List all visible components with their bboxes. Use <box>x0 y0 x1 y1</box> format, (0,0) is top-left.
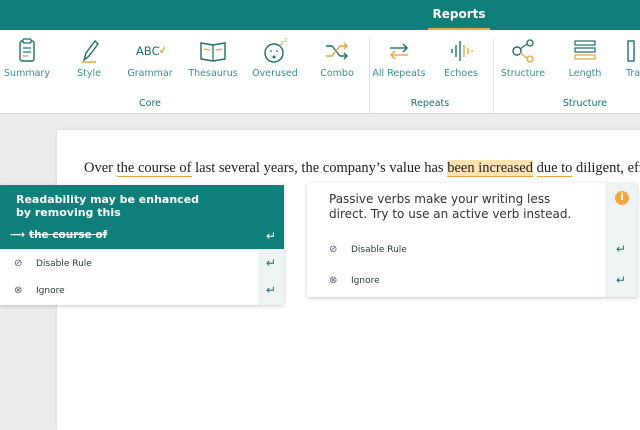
disable-rule-button[interactable]: ⊘ Disable Rule <box>14 258 92 269</box>
return-icon: ↵ <box>265 229 277 243</box>
suggestion-replacement[interactable]: ⟶ the course of <box>10 229 107 241</box>
tool-all-repeats[interactable]: All Repeats <box>364 38 434 79</box>
tool-length[interactable]: Length <box>550 38 620 79</box>
tool-label: Length <box>568 68 602 79</box>
abc-check-icon: ABC <box>136 44 165 58</box>
tool-grammar[interactable]: ABC Grammar <box>115 38 185 79</box>
action-label: Ignore <box>36 286 65 296</box>
tool-label: All Repeats <box>372 68 426 79</box>
ruler-bars-icon <box>574 40 596 60</box>
tool-echoes[interactable]: Echoes <box>426 38 496 79</box>
tool-overused[interactable]: zz Overused <box>240 38 310 79</box>
svg-text:ABC: ABC <box>136 44 160 58</box>
clipboard-icon <box>19 38 35 62</box>
action-label: Disable Rule <box>351 245 407 255</box>
top-nav-bar: Reports <box>0 0 640 30</box>
network-icon <box>512 39 534 63</box>
tool-label: Style <box>77 68 101 79</box>
sentence-text: Over <box>84 160 117 176</box>
action-label: Disable Rule <box>36 259 92 269</box>
suggestion-message: Passive verbs make your writing less dir… <box>329 192 572 221</box>
close-circle-icon: ⊗ <box>329 275 338 286</box>
group-label-structure: Structure <box>562 98 608 109</box>
tool-label: Grammar <box>127 68 173 79</box>
disable-rule-button[interactable]: ⊘ Disable Rule <box>329 244 407 255</box>
sleepy-face-icon: zz <box>264 38 287 63</box>
return-icon: ↵ <box>615 273 627 287</box>
tool-style[interactable]: Style <box>54 38 124 79</box>
action-label: Ignore <box>351 276 380 286</box>
eye-off-icon: ⊘ <box>14 258 23 269</box>
tool-label: Summary <box>4 68 50 79</box>
close-circle-icon: ⊗ <box>14 285 23 296</box>
soundwave-icon <box>451 41 473 61</box>
shuffle-icon <box>326 42 348 60</box>
sentence-text: diligent, efficien <box>576 160 640 176</box>
tool-label: Echoes <box>444 68 478 79</box>
book-icon <box>200 42 226 62</box>
pencil-icon <box>82 39 99 63</box>
return-icon: ↵ <box>615 242 627 256</box>
arrow-right-icon: ⟶ <box>10 229 26 241</box>
eye-off-icon: ⊘ <box>329 244 338 255</box>
sentence-text: last several years, the company’s value … <box>191 160 448 176</box>
tool-label: Thesaurus <box>188 68 238 79</box>
passive-verb-card: i Passive verbs make your writing less d… <box>307 183 637 297</box>
ignore-button[interactable]: ⊗ Ignore <box>329 275 380 286</box>
repeat-arrows-icon <box>390 43 408 60</box>
transitions-icon <box>627 40 635 62</box>
info-icon[interactable]: i <box>615 191 629 205</box>
tool-label: Combo <box>320 68 354 79</box>
tool-transitions[interactable]: Tra <box>612 38 640 79</box>
group-label-repeats: Repeats <box>410 98 450 109</box>
document-sentence[interactable]: Over the course of last several years, t… <box>84 160 640 177</box>
group-label-core: Core <box>139 98 161 109</box>
return-icon: ↵ <box>265 283 277 297</box>
tool-label: Overused <box>252 68 298 79</box>
tool-combo[interactable]: Combo <box>302 38 372 79</box>
tab-reports[interactable]: Reports <box>428 0 490 30</box>
ignore-button[interactable]: ⊗ Ignore <box>14 285 65 296</box>
suggestion-header: Readability may be enhanced by removing … <box>0 185 284 249</box>
flagged-phrase[interactable]: due to <box>536 160 573 177</box>
suggestion-message: Readability may be enhanced by removing … <box>16 193 200 219</box>
reports-toolbar: Summary Style ABC Grammar Thesaurus zz O… <box>0 30 640 114</box>
svg-text:z: z <box>284 38 287 44</box>
flagged-passive-phrase[interactable]: been increased <box>447 160 533 177</box>
tool-thesaurus[interactable]: Thesaurus <box>178 38 248 79</box>
tool-label: Tra <box>626 68 640 79</box>
flagged-readability-phrase[interactable]: the course of <box>116 160 192 177</box>
tool-summary[interactable]: Summary <box>0 38 62 79</box>
tool-label: Structure <box>500 68 546 79</box>
readability-suggestion-card: Readability may be enhanced by removing … <box>0 185 284 305</box>
suggestion-text: the course of <box>29 229 108 241</box>
return-icon: ↵ <box>265 256 277 270</box>
tool-structure[interactable]: Structure <box>488 38 558 79</box>
